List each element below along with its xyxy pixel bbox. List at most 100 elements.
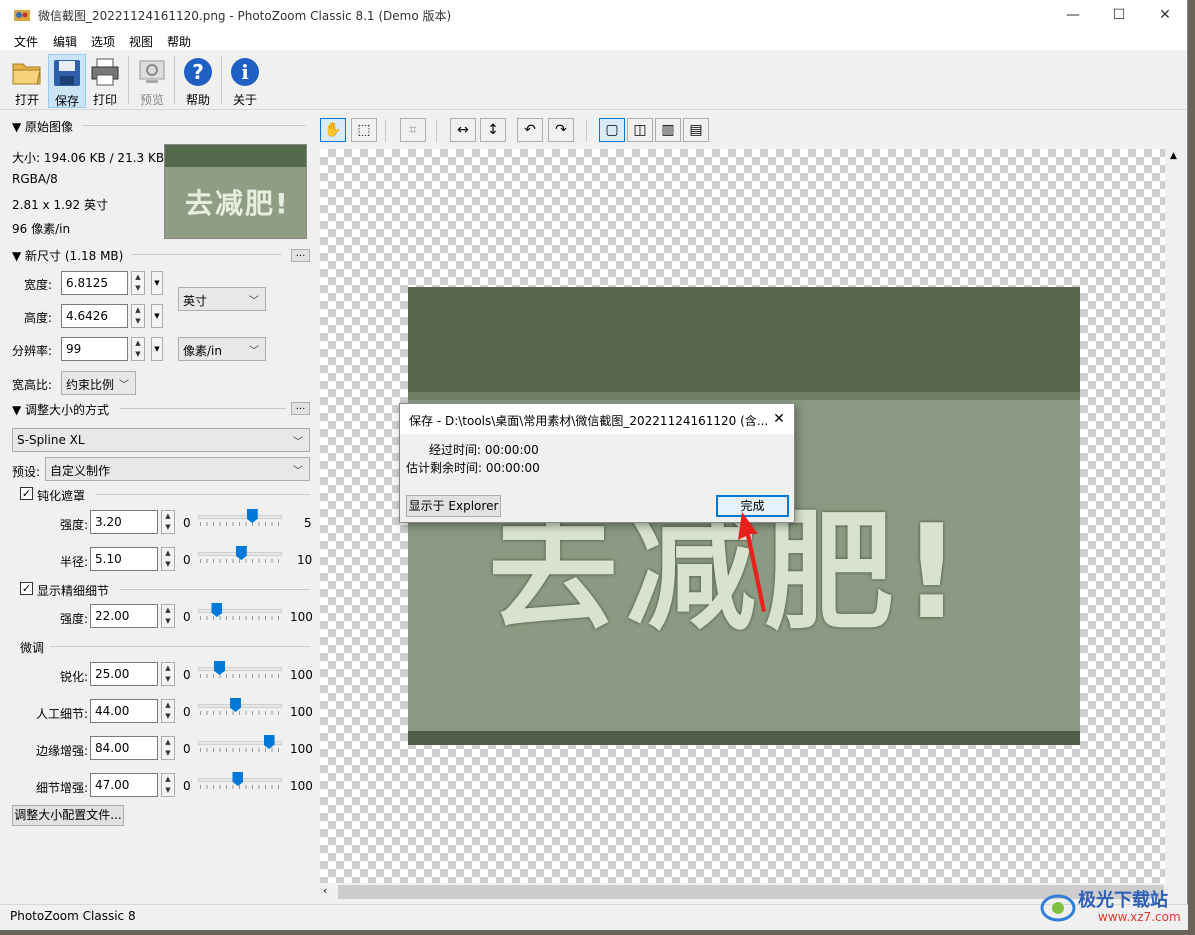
chevron-down-icon: ﹀ <box>249 346 259 357</box>
resolution-unit-select[interactable]: 像素/in ﹀ <box>178 337 266 361</box>
resize-profile-button[interactable]: 调整大小配置文件... <box>12 805 124 826</box>
flip-horizontal-button[interactable]: ↔ <box>450 118 476 142</box>
detail-strength-slider[interactable] <box>198 603 282 621</box>
stacked-view-icon: ▤ <box>689 122 703 138</box>
chevron-down-icon: ﹀ <box>293 437 303 448</box>
about-button[interactable]: i 关于 <box>226 54 264 108</box>
edge-enhance-label: 边缘增强: <box>36 744 89 758</box>
select-tool-button[interactable]: ⬚ <box>351 118 377 142</box>
edge-enhance-field[interactable]: 84.00 <box>90 736 158 760</box>
menu-help[interactable]: 帮助 <box>167 33 191 50</box>
dialog-close-button[interactable]: ✕ <box>764 404 794 434</box>
edge-enhance-slider[interactable] <box>198 735 282 753</box>
split-view-button[interactable]: ◫ <box>627 118 653 142</box>
menu-edit[interactable]: 编辑 <box>53 33 77 50</box>
toolbar-separator <box>436 120 437 142</box>
height-field[interactable]: 4.6426 <box>61 304 128 328</box>
divider <box>132 254 282 255</box>
slider-thumb[interactable] <box>229 698 241 712</box>
sharpen-label: 锐化: <box>60 670 89 684</box>
algorithm-select[interactable]: S-Spline XL ﹀ <box>12 428 310 452</box>
show-in-explorer-button[interactable]: 显示于 Explorer <box>406 495 501 517</box>
unsharp-strength-slider[interactable] <box>198 509 282 527</box>
fine-detail-checkbox[interactable]: ✓ <box>20 582 33 595</box>
side-by-side-button[interactable]: ▥ <box>655 118 681 142</box>
unsharp-strength-spinner[interactable]: ▲ ▼ <box>161 510 175 534</box>
toolbar-separator <box>174 56 175 104</box>
rotate-left-button[interactable]: ↶ <box>517 118 543 142</box>
close-button[interactable]: ✕ <box>1142 0 1188 30</box>
flip-vertical-button[interactable]: ↕ <box>480 118 506 142</box>
width-dropdown-button[interactable]: ▼ <box>151 271 163 295</box>
dialog-title: 保存 - D:\tools\桌面\常用素材\微信截图_2022112416112… <box>409 414 769 428</box>
scroll-up-icon[interactable]: ▲ <box>1170 151 1177 161</box>
maximize-button[interactable]: ☐ <box>1096 0 1142 30</box>
single-view-button[interactable]: ▢ <box>599 118 625 142</box>
stacked-view-button[interactable]: ▤ <box>683 118 709 142</box>
thumbnail-text: 去减肥! <box>185 187 290 220</box>
hand-tool-button[interactable]: ✋ <box>320 118 346 142</box>
sharpen-slider[interactable] <box>198 661 282 679</box>
sharpen-field[interactable]: 25.00 <box>90 662 158 686</box>
print-button[interactable]: 打印 <box>86 54 124 108</box>
slider-thumb[interactable] <box>263 735 275 749</box>
resolution-unit-value: 像素/in <box>183 344 222 358</box>
resolution-field[interactable]: 99 <box>61 337 128 361</box>
new-size-more-button[interactable]: ... <box>291 249 310 262</box>
size-unit-select[interactable]: 英寸 ﹀ <box>178 287 266 311</box>
resolution-dropdown-button[interactable]: ▼ <box>151 337 163 361</box>
menu-view[interactable]: 视图 <box>129 33 153 50</box>
width-field[interactable]: 6.8125 <box>61 271 128 295</box>
preview-button[interactable]: 预览 <box>133 54 171 108</box>
artifact-detail-field[interactable]: 44.00 <box>90 699 158 723</box>
sharpen-spinner[interactable]: ▲ ▼ <box>161 662 175 686</box>
artifact-detail-label: 人工细节: <box>36 707 89 721</box>
save-button[interactable]: 保存 <box>48 54 86 108</box>
minimize-button[interactable]: — <box>1050 0 1096 30</box>
detail-boost-field[interactable]: 47.00 <box>90 773 158 797</box>
resize-method-header[interactable]: ▼ 调整大小的方式 <box>12 401 109 418</box>
radius-slider[interactable] <box>198 546 282 564</box>
resolution-spinner[interactable]: ▲ ▼ <box>131 337 145 361</box>
crop-button[interactable]: ⌗ <box>400 118 426 142</box>
slider-thumb[interactable] <box>235 546 247 560</box>
resize-method-more-button[interactable]: ... <box>291 402 310 415</box>
artifact-detail-spinner[interactable]: ▲ ▼ <box>161 699 175 723</box>
menu-file[interactable]: 文件 <box>14 33 38 50</box>
width-spinner[interactable]: ▲ ▼ <box>131 271 145 295</box>
print-label: 打印 <box>92 93 117 107</box>
open-label: 打开 <box>14 93 39 107</box>
unsharp-mask-checkbox[interactable]: ✓ <box>20 487 33 500</box>
slider-thumb[interactable] <box>214 661 225 675</box>
vertical-scrollbar[interactable]: ▲ <box>1166 149 1184 883</box>
height-dropdown-button[interactable]: ▼ <box>151 304 163 328</box>
radius-spinner[interactable]: ▲ ▼ <box>161 547 175 571</box>
radius-field[interactable]: 5.10 <box>90 547 158 571</box>
open-button[interactable]: 打开 <box>8 54 46 108</box>
slider-thumb[interactable] <box>246 509 258 523</box>
detail-strength-field[interactable]: 22.00 <box>90 604 158 628</box>
slider-thumb[interactable] <box>211 603 223 617</box>
save-disk-icon <box>54 60 80 86</box>
detail-boost-slider[interactable] <box>198 772 282 790</box>
height-spinner[interactable]: ▲ ▼ <box>131 304 145 328</box>
new-size-header[interactable]: ▼ 新尺寸 (1.18 MB) <box>12 247 123 264</box>
original-image-header[interactable]: ▼ 原始图像 <box>12 118 73 135</box>
menu-options[interactable]: 选项 <box>91 33 115 50</box>
artifact-detail-slider[interactable] <box>198 698 282 716</box>
unsharp-strength-field[interactable]: 3.20 <box>90 510 158 534</box>
slider-thumb[interactable] <box>232 772 244 786</box>
preview-label: 预览 <box>139 93 164 107</box>
original-resolution-text: 96 像素/in <box>12 222 71 236</box>
detail-boost-spinner[interactable]: ▲ ▼ <box>161 773 175 797</box>
original-dimensions-text: 2.81 x 1.92 英寸 <box>12 198 108 212</box>
aspect-select[interactable]: 约束比例 ﹀ <box>61 371 136 395</box>
detail-strength-spinner[interactable]: ▲ ▼ <box>161 604 175 628</box>
edge-enhance-spinner[interactable]: ▲ ▼ <box>161 736 175 760</box>
preset-select[interactable]: 自定义制作 ﹀ <box>45 457 310 481</box>
help-button[interactable]: ? 帮助 <box>179 54 217 108</box>
rotate-right-button[interactable]: ↷ <box>548 118 574 142</box>
divider <box>82 125 306 126</box>
scroll-left-icon[interactable]: ‹ <box>323 884 327 897</box>
aspect-label: 宽高比: <box>12 378 53 392</box>
